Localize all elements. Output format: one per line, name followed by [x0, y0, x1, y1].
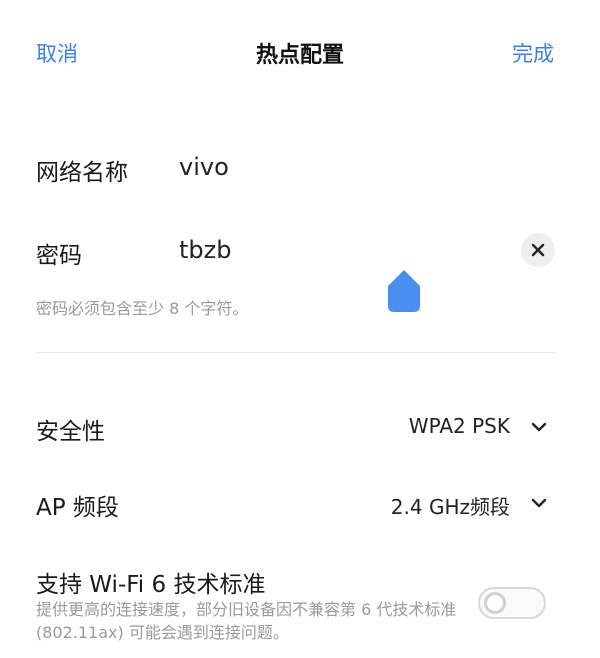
password-label: 密码	[36, 243, 82, 269]
wifi6-label: 支持 Wi-Fi 6 技术标准	[36, 572, 266, 598]
wifi6-description: 提供更高的连接速度，部分旧设备因不兼容第 6 代技术标准 (802.11ax) …	[36, 600, 457, 642]
ap-band-select[interactable]: 2.4 GHz频段	[391, 491, 510, 520]
hotspot-config-screen: 取消 热点配置 完成 网络名称 vivo 密码 tbzb 密码必须包含至少 8 …	[0, 0, 600, 658]
ssid-label: 网络名称	[36, 160, 128, 186]
done-button[interactable]: 完成	[512, 38, 554, 68]
chevron-down-icon[interactable]	[530, 494, 548, 512]
ap-band-label: AP 频段	[36, 495, 119, 521]
header: 取消 热点配置 完成	[0, 0, 600, 104]
ssid-input[interactable]: vivo	[179, 153, 229, 181]
security-select[interactable]: WPA2 PSK	[409, 414, 510, 438]
page-title: 热点配置	[255, 43, 344, 68]
password-hint: 密码必须包含至少 8 个字符。	[36, 299, 249, 318]
divider	[36, 352, 556, 353]
clear-password-button[interactable]	[521, 233, 555, 267]
chevron-down-icon[interactable]	[530, 418, 548, 436]
text-cursor-handle-icon[interactable]	[386, 268, 422, 314]
toggle-knob	[484, 592, 506, 614]
close-icon	[531, 243, 545, 257]
wifi6-toggle[interactable]	[478, 587, 546, 619]
security-label: 安全性	[36, 419, 105, 445]
password-input[interactable]: tbzb	[179, 236, 231, 264]
